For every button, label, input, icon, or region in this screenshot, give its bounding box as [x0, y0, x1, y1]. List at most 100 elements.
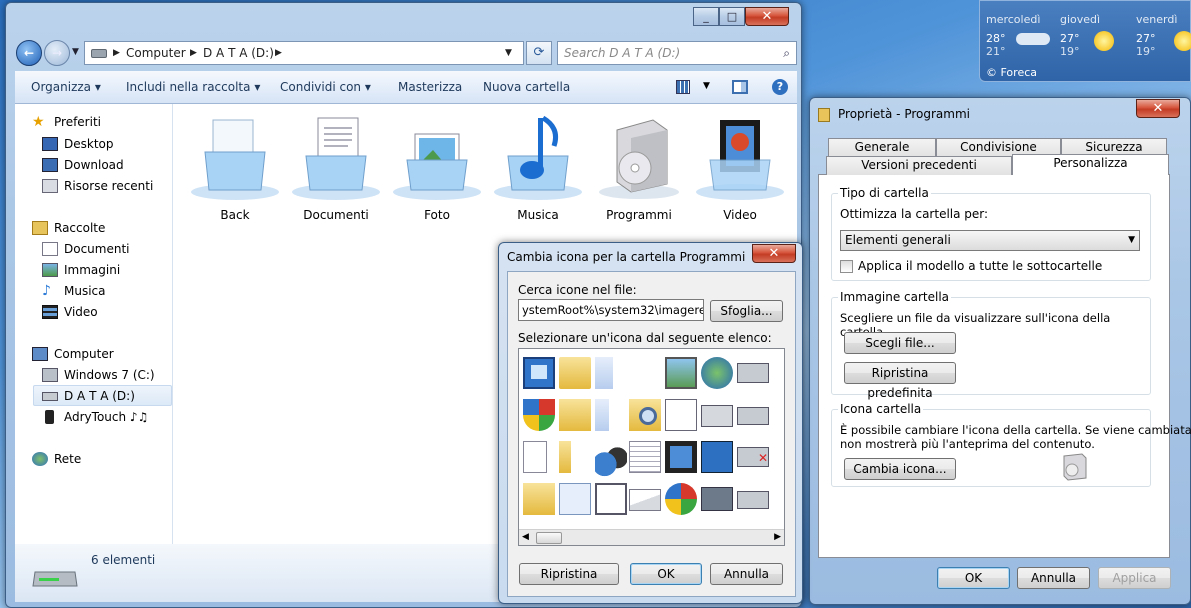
floppy-drive-icon[interactable]	[701, 487, 733, 511]
folder-icon[interactable]	[559, 399, 591, 431]
weather-day-name: mercoledì	[986, 13, 1041, 26]
drive-icon[interactable]	[737, 491, 769, 509]
search-file-label: Cerca icone nel file:	[518, 283, 637, 297]
choose-file-button[interactable]: Scegli file...	[844, 332, 956, 354]
restore-default-button[interactable]: Ripristina predefinita	[844, 362, 956, 400]
folder-foto[interactable]: Foto	[389, 112, 485, 222]
properties-window[interactable]: Proprietà - Programmi ✕ Generale Condivi…	[809, 97, 1191, 605]
breadcrumb-drive[interactable]: D A T A (D:)	[203, 42, 274, 64]
back-button[interactable]: ←	[16, 40, 42, 66]
tab-previous-versions[interactable]: Versioni precedenti	[826, 156, 1012, 175]
minimize-button[interactable]: _	[693, 7, 719, 26]
text-document-icon[interactable]	[629, 441, 661, 473]
library-icon-selected[interactable]	[523, 357, 555, 389]
breadcrumb-chevron-icon[interactable]: ▶	[190, 42, 197, 64]
browse-button[interactable]: Sfoglia...	[710, 300, 783, 322]
optimize-label: Ottimizza la cartella per:	[840, 207, 989, 221]
puzzle-chess-icon[interactable]	[595, 445, 627, 477]
blank-folder-icon[interactable]	[595, 399, 609, 431]
tab-customize[interactable]: Personalizza	[1012, 154, 1169, 175]
folder-musica[interactable]: Musica	[490, 112, 586, 222]
horizontal-scrollbar[interactable]: ◀ ▶	[519, 529, 784, 545]
scroll-left-icon[interactable]: ◀	[522, 532, 529, 542]
folder-back[interactable]: Back	[187, 112, 283, 222]
picture-frame-icon[interactable]	[665, 357, 697, 389]
control-panel-icon[interactable]	[701, 441, 733, 473]
close-button[interactable]: ✕	[745, 7, 789, 26]
change-icon-dialog[interactable]: Cambia icona per la cartella Programmi ✕…	[498, 242, 803, 604]
help-icon[interactable]: ?	[772, 79, 788, 95]
maximize-button[interactable]: □	[719, 7, 745, 26]
shield-icon[interactable]	[523, 399, 555, 431]
scroll-right-icon[interactable]: ▶	[774, 532, 781, 542]
windows-orb-icon[interactable]	[665, 483, 697, 515]
views-icon[interactable]	[676, 80, 690, 94]
history-dropdown-icon[interactable]: ▼	[72, 47, 79, 57]
media-player-icon	[45, 410, 54, 424]
cancel-button[interactable]: Annulla	[1017, 567, 1090, 589]
button-label: Ripristina predefinita	[867, 366, 933, 400]
drive-remove-icon[interactable]: ✕	[737, 447, 769, 467]
close-button[interactable]: ✕	[752, 244, 796, 263]
documents-folder-icon	[292, 117, 380, 200]
address-dropdown-icon[interactable]: ▼	[505, 42, 512, 64]
apply-subfolders-checkbox[interactable]	[840, 260, 853, 273]
network-drive-icon[interactable]	[737, 363, 769, 383]
documents-icon	[42, 242, 58, 256]
folder-documenti[interactable]: Documenti	[288, 112, 384, 222]
window-list-icon[interactable]	[595, 483, 627, 515]
folder-programmi[interactable]: Programmi	[591, 112, 687, 222]
folder-type-select[interactable]: Elementi generali ▼	[840, 230, 1140, 251]
preview-pane-icon[interactable]	[732, 80, 748, 94]
library-folder-icon	[191, 119, 279, 200]
drive-icon[interactable]	[737, 407, 769, 425]
folder-icon[interactable]	[559, 441, 571, 473]
search-folder-icon[interactable]	[629, 399, 661, 431]
search-input[interactable]: Search D A T A (D:) ⌕	[557, 41, 797, 65]
folder-icon[interactable]	[559, 357, 591, 389]
change-icon-button[interactable]: Cambia icona...	[844, 458, 956, 480]
printer-icon[interactable]	[701, 405, 733, 427]
mail-envelope-icon[interactable]	[629, 489, 661, 511]
restore-button[interactable]: Ripristina	[519, 563, 619, 585]
search-document-icon[interactable]	[559, 483, 591, 515]
burn-button[interactable]: Masterizza	[398, 80, 462, 94]
tab-general[interactable]: Generale	[828, 138, 936, 157]
breadcrumb-chevron-icon[interactable]: ▶	[113, 42, 120, 64]
cancel-button[interactable]: Annulla	[710, 563, 783, 585]
weather-gadget[interactable]: mercoledì 28° 21° giovedì 27° 19° venerd…	[979, 0, 1191, 82]
video-film-icon[interactable]	[665, 441, 697, 473]
icon-list[interactable]: ✕ ◀ ▶	[518, 348, 785, 546]
nav-label: AdryTouch ♪♫	[64, 410, 149, 424]
views-dropdown-icon[interactable]: ▼	[703, 81, 710, 91]
folder-icon[interactable]	[523, 483, 555, 515]
icon-file-path-input[interactable]: ystemRoot%\system32\imageres.dll	[518, 299, 704, 321]
scrollbar-thumb[interactable]	[536, 532, 562, 544]
button-label: Scegli file...	[865, 336, 935, 350]
close-button[interactable]: ✕	[1136, 99, 1180, 118]
organize-menu[interactable]: Organizza ▾	[31, 80, 101, 94]
button-label: Annulla	[723, 567, 770, 581]
blank-folder-icon[interactable]	[595, 357, 613, 389]
nav-label: Desktop	[64, 137, 114, 151]
ok-button[interactable]: OK	[630, 563, 702, 585]
apply-button[interactable]: Applica	[1098, 567, 1171, 589]
music-sheet-icon[interactable]	[665, 399, 697, 431]
search-icon[interactable]: ⌕	[783, 42, 790, 64]
share-menu[interactable]: Condividi con ▾	[280, 80, 371, 94]
blank-document-icon[interactable]	[523, 441, 547, 473]
sun-icon	[1094, 31, 1114, 51]
organize-label: Organizza	[31, 80, 92, 94]
apply-subfolders-label[interactable]: Applica il modello a tutte le sottocarte…	[858, 259, 1102, 273]
forward-button[interactable]: →	[44, 40, 70, 66]
breadcrumb-computer[interactable]: Computer	[126, 42, 186, 64]
globe-network-icon[interactable]	[701, 357, 733, 389]
refresh-button[interactable]: ⟳	[526, 41, 552, 65]
address-bar[interactable]: ▶ Computer ▶ D A T A (D:) ▶ ▼	[84, 41, 524, 65]
ok-button[interactable]: OK	[937, 567, 1010, 589]
include-library-menu[interactable]: Includi nella raccolta ▾	[126, 80, 260, 94]
breadcrumb-chevron-icon[interactable]: ▶	[275, 42, 282, 64]
new-folder-button[interactable]: Nuova cartella	[483, 80, 570, 94]
folder-video[interactable]: Video	[692, 112, 788, 222]
button-label: Annulla	[1030, 571, 1077, 585]
